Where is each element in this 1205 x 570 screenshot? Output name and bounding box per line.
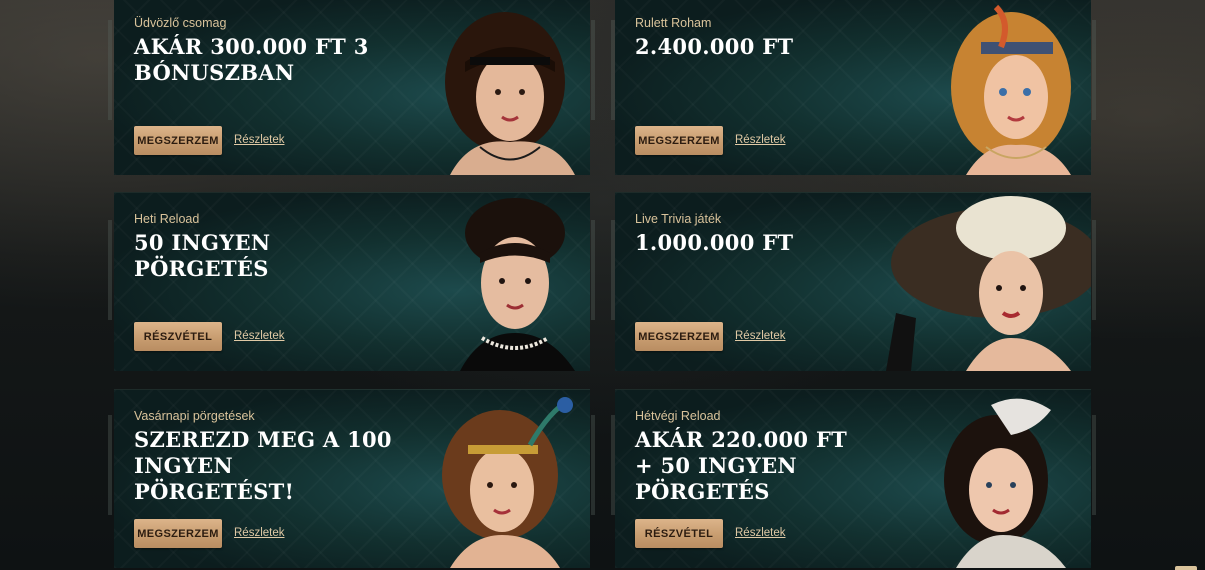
portrait-headband-flapper-icon (370, 0, 590, 175)
promo-card-welcome[interactable]: Üdvözlő csomag AKÁR 300.000 FT 3 BÓNUSZB… (114, 0, 590, 175)
promo-card-weekend-reload[interactable]: Hétvégi Reload AKÁR 220.000 FT + 50 INGY… (615, 389, 1091, 568)
promo-title: 50 INGYEN PÖRGETÉS (134, 230, 271, 281)
details-link[interactable]: Részletek (234, 134, 285, 146)
claim-button[interactable]: MEGSZERZEM (635, 126, 723, 155)
promo-eyebrow: Heti Reload (134, 212, 200, 226)
promo-eyebrow: Üdvözlő csomag (134, 16, 227, 30)
details-link[interactable]: Részletek (735, 330, 786, 342)
promo-title: 2.400.000 FT (635, 34, 794, 59)
side-decor-mid-left-3 (591, 415, 595, 515)
portrait-updo-pearls-icon (370, 193, 590, 371)
promo-title: AKÁR 220.000 FT + 50 INGYEN PÖRGETÉS (635, 427, 848, 504)
portrait-wide-brim-hat-icon (871, 193, 1091, 371)
details-link[interactable]: Részletek (735, 134, 786, 146)
portrait-blonde-headdress-icon (871, 0, 1091, 175)
promo-card-roulette[interactable]: Rulett Roham 2.400.000 FT MEGSZERZEM Rés… (615, 0, 1091, 175)
side-decor-left-3 (108, 415, 112, 515)
portrait-feather-fascinator-icon (871, 390, 1091, 568)
claim-button[interactable]: MEGSZERZEM (134, 126, 222, 155)
claim-button[interactable]: MEGSZERZEM (635, 322, 723, 351)
promo-card-sunday-spins[interactable]: Vasárnapi pörgetések SZEREZD MEG A 100 I… (114, 389, 590, 568)
side-decor-right (1092, 20, 1096, 120)
promo-card-live-trivia[interactable]: Live Trivia játék 1.000.000 FT MEGSZERZE… (615, 192, 1091, 371)
promo-eyebrow: Vasárnapi pörgetések (134, 409, 255, 423)
promo-eyebrow: Live Trivia játék (635, 212, 722, 226)
join-button[interactable]: RÉSZVÉTEL (134, 322, 222, 351)
join-button[interactable]: RÉSZVÉTEL (635, 519, 723, 548)
details-link[interactable]: Részletek (735, 527, 786, 539)
promo-title: SZEREZD MEG A 100 INGYEN PÖRGETÉST! (134, 427, 392, 504)
promo-eyebrow: Hétvégi Reload (635, 409, 721, 423)
portrait-peacock-feather-headband-icon (370, 390, 590, 568)
corner-tab[interactable] (1175, 566, 1197, 570)
side-decor-left (108, 20, 112, 120)
side-decor-left-2 (108, 220, 112, 320)
promo-title: 1.000.000 FT (635, 230, 794, 255)
side-decor-right-3 (1092, 415, 1096, 515)
promo-card-weekly-reload[interactable]: Heti Reload 50 INGYEN PÖRGETÉS RÉSZVÉTEL… (114, 192, 590, 371)
claim-button[interactable]: MEGSZERZEM (134, 519, 222, 548)
side-decor-mid-left-2 (591, 220, 595, 320)
promo-eyebrow: Rulett Roham (635, 16, 712, 30)
side-decor-mid-left (591, 20, 595, 120)
promo-title: AKÁR 300.000 FT 3 BÓNUSZBAN (134, 34, 369, 85)
details-link[interactable]: Részletek (234, 330, 285, 342)
side-decor-right-2 (1092, 220, 1096, 320)
details-link[interactable]: Részletek (234, 527, 285, 539)
